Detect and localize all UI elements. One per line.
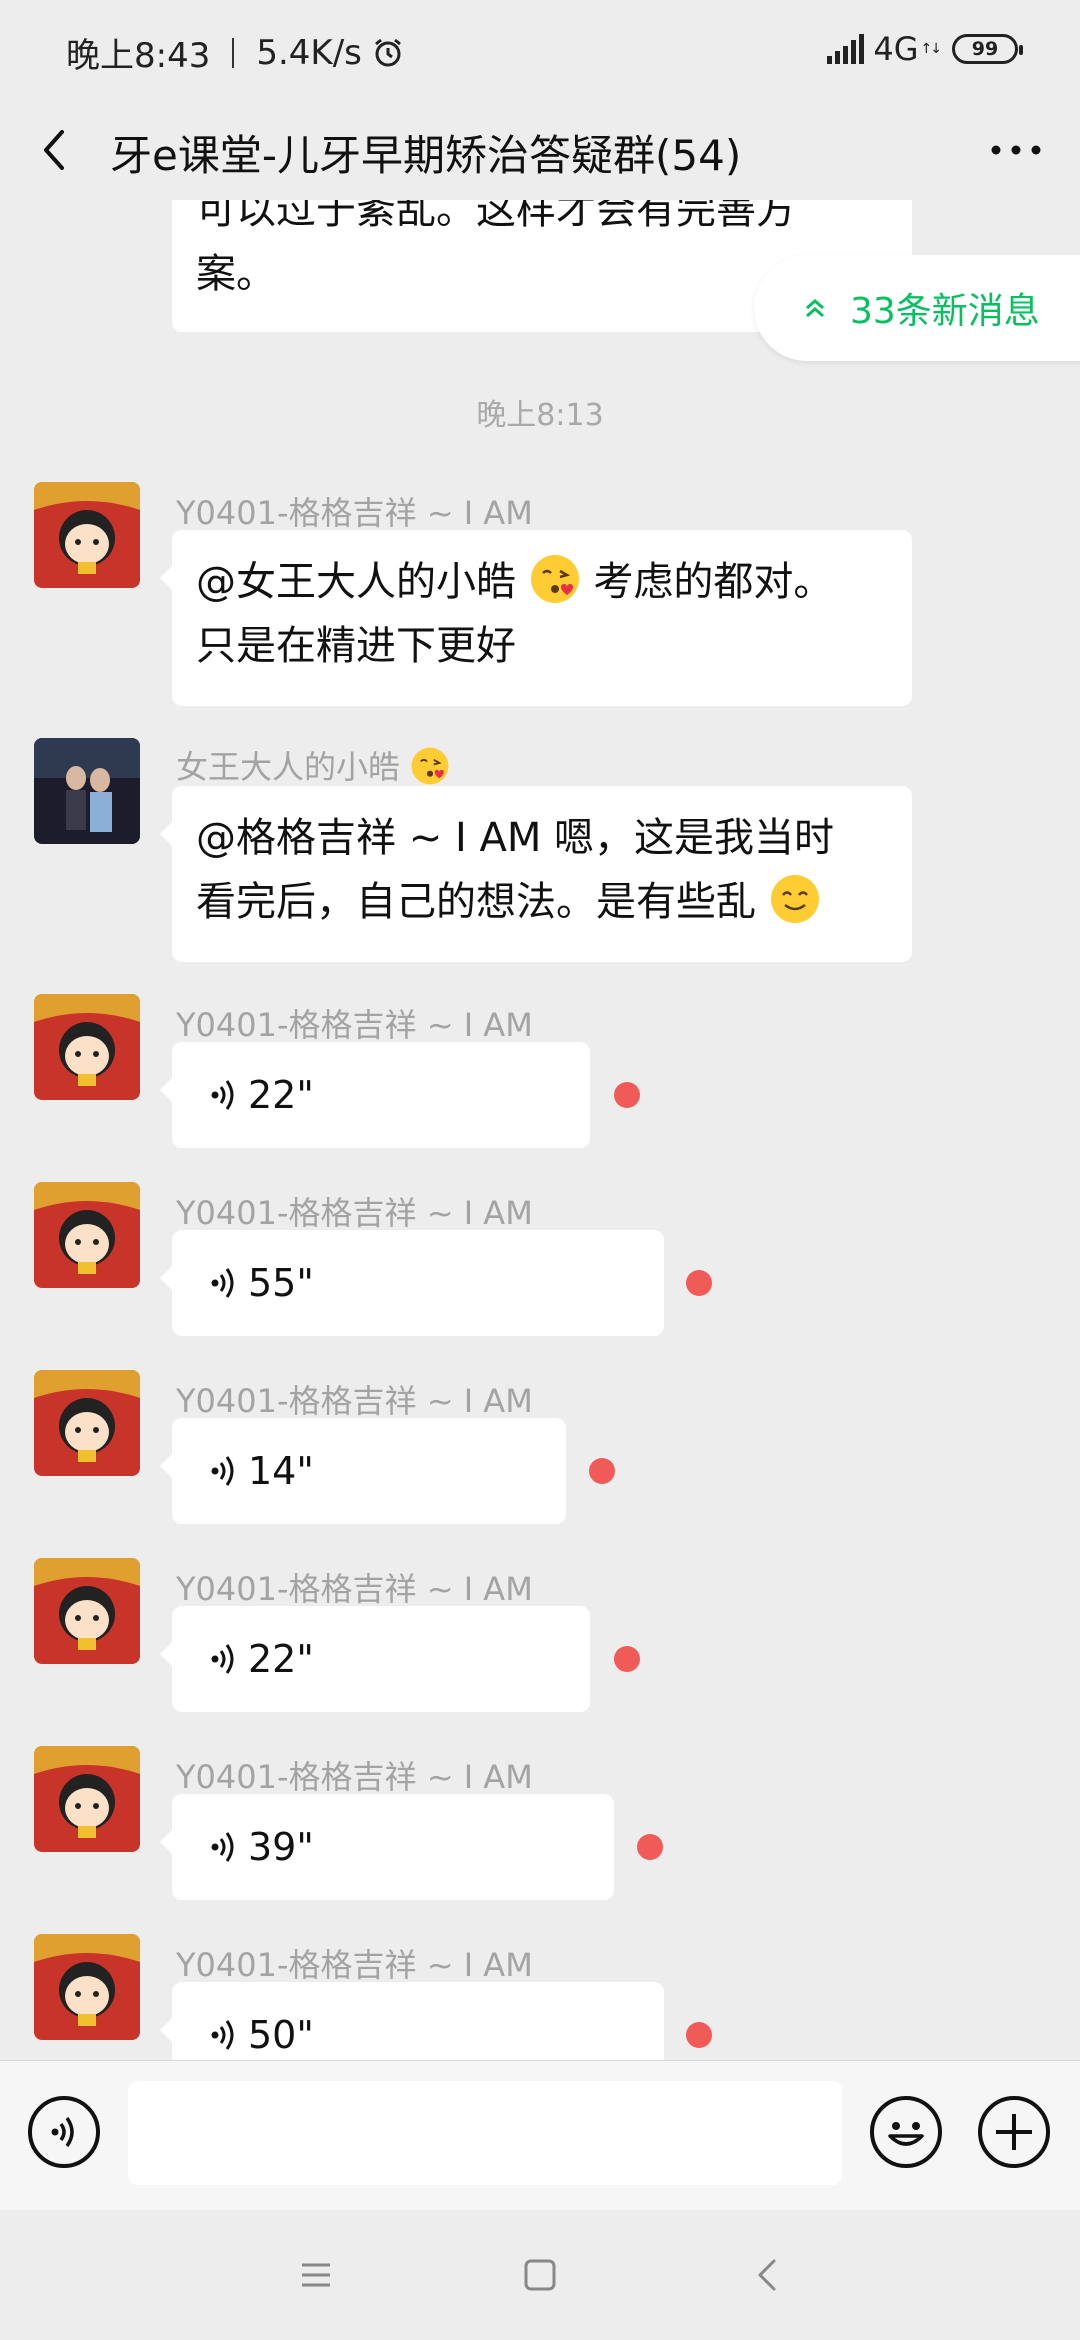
network-type: 4G: [873, 30, 919, 68]
unread-dot: [686, 1270, 712, 1296]
home-icon[interactable]: [520, 2255, 560, 2295]
message-text: 考虑的都对。: [593, 559, 834, 605]
input-bar: [0, 2060, 1080, 2210]
message-text-line: 看完后，自己的想法。是有些乱: [196, 870, 888, 934]
status-bar: 晚上8:43 5.4K/s 4G ↑↓ 99: [0, 0, 1080, 100]
plus-icon: [996, 2114, 1032, 2150]
voice-wave-icon: [211, 1832, 234, 1862]
sender-name: Y0401-格格吉祥 ~ I AM: [176, 1006, 533, 1044]
avatar-image: [34, 1370, 140, 1476]
sender-name-text: 女王大人的小皓: [176, 748, 401, 786]
message-list[interactable]: 可以过于紊乱。这样才会有完善方 案。 33条新消息 晚上8:13 Y0401-格…: [0, 200, 1080, 2060]
chat-title: 牙e课堂-儿牙早期矫治答疑群(54): [110, 131, 742, 180]
avatar[interactable]: [34, 1558, 140, 1664]
mention-link[interactable]: @女王大人的小皓: [196, 559, 516, 605]
voice-message-bubble[interactable]: 14": [160, 1418, 566, 1524]
message-timestamp: 晚上8:13: [476, 398, 604, 433]
voice-duration: 55": [248, 1261, 314, 1305]
voice-message-bubble[interactable]: 55": [160, 1230, 664, 1336]
plus-button[interactable]: [978, 2096, 1050, 2168]
status-left: 晚上8:43 5.4K/s: [66, 28, 404, 77]
battery-level: 99: [971, 38, 999, 60]
message-text-line: @女王大人的小皓 考虑的都对。: [196, 550, 888, 614]
message-text-line: @格格吉祥 ~ I AM 嗯，这是我当时: [196, 815, 835, 861]
voice-wave-icon: [211, 1268, 234, 1298]
unread-dot: [614, 1082, 640, 1108]
unread-dot: [589, 1458, 615, 1484]
sender-name: Y0401-格格吉祥 ~ I AM: [176, 494, 533, 532]
sender-name: Y0401-格格吉祥 ~ I AM: [176, 1758, 533, 1796]
signal-icon: [827, 34, 865, 64]
emoji-icon: [888, 2122, 924, 2146]
new-messages-button[interactable]: 33条新消息: [754, 255, 1080, 361]
avatar[interactable]: [34, 1370, 140, 1476]
sender-name: Y0401-格格吉祥 ~ I AM: [176, 1382, 533, 1420]
alarm-icon: [374, 38, 401, 66]
unread-dot: [637, 1834, 663, 1860]
unread-dot: [686, 2022, 712, 2048]
message-text-line: 只是在精进下更好: [196, 623, 516, 669]
system-back-icon[interactable]: [748, 2255, 788, 2295]
voice-wave-icon: [211, 1456, 234, 1486]
voice-icon: [51, 2116, 74, 2148]
kiss-emoji-icon: [530, 555, 579, 603]
more-icon[interactable]: [986, 130, 1046, 170]
message-text-line: 可以过于紊乱。这样才会有完善方: [196, 200, 796, 233]
chat-header: 牙e课堂-儿牙早期矫治答疑群(54): [0, 100, 1080, 200]
voice-duration: 22": [248, 1637, 314, 1681]
emoji-button[interactable]: [870, 2096, 942, 2168]
sender-name: 女王大人的小皓: [176, 742, 450, 788]
smile-emoji-icon: [770, 875, 819, 923]
message-bubble[interactable]: @格格吉祥 ~ I AM 嗯，这是我当时 看完后，自己的想法。是有些乱: [160, 786, 912, 962]
sender-name: Y0401-格格吉祥 ~ I AM: [176, 1194, 533, 1232]
new-messages-label: 33条新消息: [850, 291, 1040, 332]
avatar-photo: [34, 738, 140, 844]
avatar[interactable]: [34, 1746, 140, 1852]
status-time: 晚上8:43: [66, 36, 211, 76]
voice-input-button[interactable]: [28, 2096, 100, 2168]
avatar[interactable]: [34, 738, 140, 844]
avatar-image: [34, 482, 140, 588]
voice-message-bubble[interactable]: 22": [160, 1606, 590, 1712]
avatar[interactable]: [34, 482, 140, 588]
message-bubble[interactable]: @女王大人的小皓 考虑的都对。 只是在精进下更好: [160, 530, 912, 706]
avatar[interactable]: [34, 1934, 140, 2040]
voice-duration: 22": [248, 1073, 314, 1117]
battery-icon: 99: [952, 34, 1023, 64]
status-right: 4G ↑↓ 99: [825, 30, 1023, 68]
status-speed: 5.4K/s: [256, 32, 362, 73]
voice-message-bubble[interactable]: 50": [160, 1982, 664, 2060]
network-activity-icon: ↑↓: [920, 41, 943, 57]
kiss-emoji-icon: [411, 747, 449, 785]
avatar-image: [34, 994, 140, 1100]
avatar-image: [34, 1182, 140, 1288]
message-text: 看完后，自己的想法。是有些乱: [196, 879, 756, 925]
menu-icon[interactable]: [296, 2255, 336, 2295]
voice-wave-icon: [211, 2020, 234, 2050]
double-chevron-up-icon: [806, 299, 824, 318]
voice-message-bubble[interactable]: 22": [160, 1042, 590, 1148]
avatar[interactable]: [34, 1182, 140, 1288]
voice-message-bubble[interactable]: 39": [160, 1794, 614, 1900]
voice-wave-icon: [211, 1644, 234, 1674]
voice-wave-icon: [211, 1080, 234, 1110]
voice-duration: 14": [248, 1449, 314, 1493]
sender-name: Y0401-格格吉祥 ~ I AM: [176, 1946, 533, 1984]
avatar-image: [34, 1934, 140, 2040]
message-input[interactable]: [128, 2081, 842, 2185]
back-icon[interactable]: [34, 120, 74, 180]
avatar-image: [34, 1746, 140, 1852]
system-nav-bar: [0, 2210, 1080, 2340]
voice-duration: 39": [248, 1825, 314, 1869]
status-separator: [232, 37, 235, 68]
voice-duration: 50": [248, 2013, 314, 2057]
unread-dot: [614, 1646, 640, 1672]
sender-name: Y0401-格格吉祥 ~ I AM: [176, 1570, 533, 1608]
avatar[interactable]: [34, 994, 140, 1100]
avatar-image: [34, 1558, 140, 1664]
